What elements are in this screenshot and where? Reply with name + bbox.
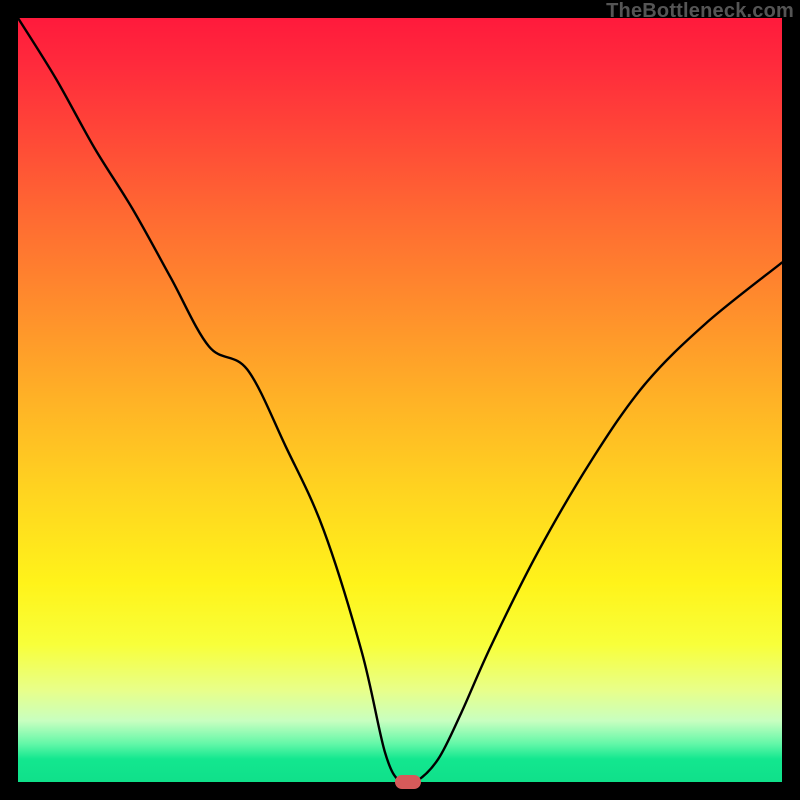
- watermark-text: TheBottleneck.com: [606, 0, 794, 23]
- plot-area: [18, 18, 782, 782]
- curve-path: [18, 18, 782, 782]
- chart-frame: TheBottleneck.com: [0, 0, 800, 800]
- optimal-point-marker: [395, 775, 421, 789]
- bottleneck-curve: [18, 18, 782, 782]
